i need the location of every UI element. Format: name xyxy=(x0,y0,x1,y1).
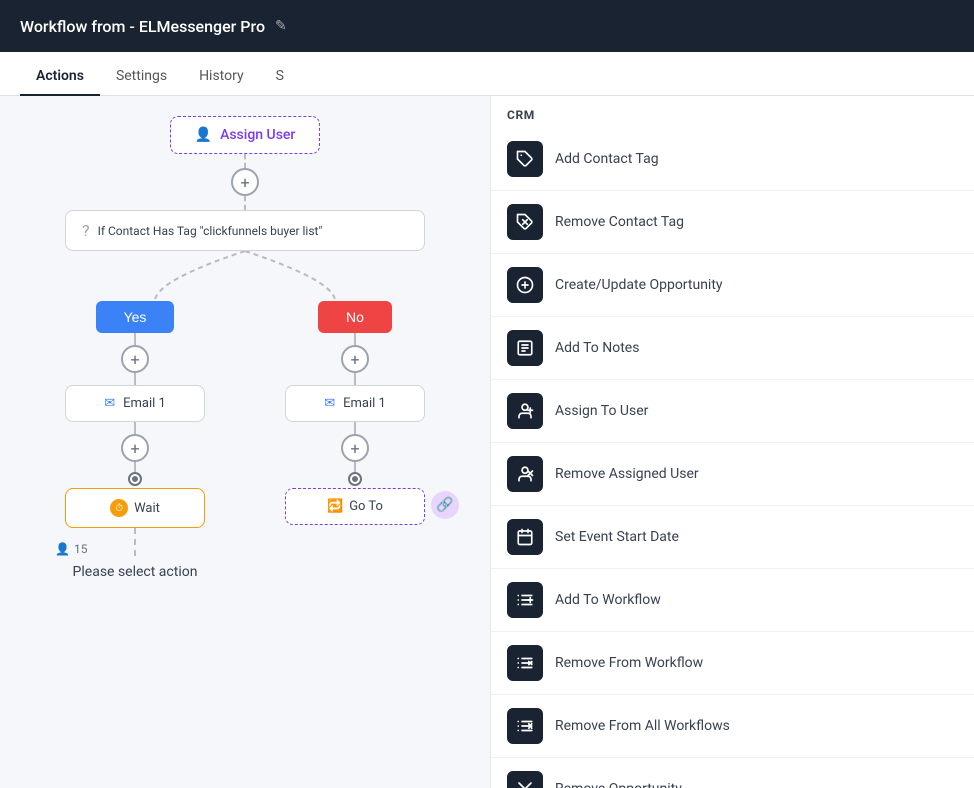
wait-node[interactable]: ⏱ Wait xyxy=(65,488,205,528)
yes-connector-5 xyxy=(134,528,136,556)
yes-button[interactable]: Yes xyxy=(96,301,175,333)
no-connector-1 xyxy=(354,333,356,345)
email-node-2[interactable]: ✉ Email 1 xyxy=(285,385,425,422)
remove-from-workflow-label: Remove From Workflow xyxy=(555,655,703,671)
add-to-workflow-icon xyxy=(507,582,543,618)
assign-user-label: Assign User xyxy=(220,127,295,143)
tab-bar: Actions Settings History S xyxy=(0,52,974,96)
set-event-start-date-label: Set Event Start Date xyxy=(555,529,679,545)
tab-s[interactable]: S xyxy=(260,58,300,96)
section-crm-label: CRM xyxy=(491,96,974,128)
condition-icon: ? xyxy=(82,221,90,240)
remove-from-all-workflows-icon xyxy=(507,708,543,744)
action-item-add-to-notes[interactable]: Add To Notes xyxy=(491,317,974,380)
assign-to-user-label: Assign To User xyxy=(555,403,648,419)
remove-opportunity-icon xyxy=(507,771,543,788)
no-connector-2 xyxy=(354,373,356,385)
tab-settings[interactable]: Settings xyxy=(100,58,183,96)
no-button[interactable]: No xyxy=(318,301,392,333)
app-header: Workflow from - ELMessenger Pro ✎ xyxy=(0,0,974,52)
remove-from-all-workflows-label: Remove From All Workflows xyxy=(555,718,730,734)
add-button-1[interactable]: + xyxy=(231,168,259,196)
set-event-start-date-icon xyxy=(507,519,543,555)
no-add-button-2[interactable]: + xyxy=(341,434,369,462)
connector-2 xyxy=(244,196,246,210)
yes-connector-2 xyxy=(134,373,136,385)
goto-icon: 🔁 xyxy=(327,499,343,514)
goto-label: Go To xyxy=(349,499,383,514)
please-select-label: Please select action xyxy=(73,564,198,580)
yes-connector-4 xyxy=(134,462,136,474)
no-connector-3 xyxy=(354,422,356,434)
action-item-remove-assigned-user[interactable]: Remove Assigned User xyxy=(491,443,974,506)
add-contact-tag-icon xyxy=(507,141,543,177)
wait-label: Wait xyxy=(134,501,160,516)
user-icon-small: 👤 xyxy=(55,542,70,556)
user-badge: 👤 15 xyxy=(55,542,87,556)
action-list: Add Contact Tag Remove Contact Tag Create/… xyxy=(491,128,974,788)
link-symbol: 🔗 xyxy=(436,497,453,513)
action-item-create-update-opportunity[interactable]: Create/Update Opportunity xyxy=(491,254,974,317)
clock-icon: ⏱ xyxy=(110,499,128,517)
yes-branch: Yes + ✉ Email 1 + xyxy=(65,301,205,580)
action-panel: CRM Add Contact Tag Remove Contact Tag Cre… xyxy=(490,96,974,788)
remove-opportunity-label: Remove Opportunity xyxy=(555,781,682,788)
assign-user-icon: 👤 xyxy=(195,127,212,143)
no-connector-4 xyxy=(354,462,356,474)
action-item-remove-from-all-workflows[interactable]: Remove From All Workflows xyxy=(491,695,974,758)
condition-label: If Contact Has Tag "clickfunnels buyer l… xyxy=(98,224,323,238)
remove-contact-tag-icon xyxy=(507,204,543,240)
header-title: Workflow from - ELMessenger Pro xyxy=(20,17,265,36)
yes-add-button[interactable]: + xyxy=(121,345,149,373)
edit-icon[interactable]: ✎ xyxy=(275,18,287,34)
user-count: 15 xyxy=(74,542,88,556)
email-label-1: Email 1 xyxy=(123,396,166,411)
goto-node[interactable]: 🔁 Go To xyxy=(285,488,425,525)
tab-actions[interactable]: Actions xyxy=(20,58,100,96)
email-node-1[interactable]: ✉ Email 1 xyxy=(65,385,205,422)
create-update-opportunity-icon xyxy=(507,267,543,303)
action-item-add-contact-tag[interactable]: Add Contact Tag xyxy=(491,128,974,191)
yes-add-button-2[interactable]: + xyxy=(121,434,149,462)
email-icon-2: ✉ xyxy=(324,396,335,411)
yes-connector-1 xyxy=(134,333,136,345)
tab-history[interactable]: History xyxy=(183,58,260,96)
add-to-notes-icon xyxy=(507,330,543,366)
create-update-opportunity-label: Create/Update Opportunity xyxy=(555,277,723,293)
action-item-remove-contact-tag[interactable]: Remove Contact Tag xyxy=(491,191,974,254)
connector-1 xyxy=(244,154,246,168)
action-item-set-event-start-date[interactable]: Set Event Start Date xyxy=(491,506,974,569)
add-contact-tag-label: Add Contact Tag xyxy=(555,151,659,167)
remove-contact-tag-label: Remove Contact Tag xyxy=(555,214,684,230)
remove-assigned-user-icon xyxy=(507,456,543,492)
condition-node[interactable]: ? If Contact Has Tag "clickfunnels buyer… xyxy=(65,210,425,251)
add-to-notes-label: Add To Notes xyxy=(555,340,639,356)
add-to-workflow-label: Add To Workflow xyxy=(555,592,661,608)
no-dot xyxy=(350,474,360,484)
action-item-remove-opportunity[interactable]: Remove Opportunity xyxy=(491,758,974,788)
assign-user-node[interactable]: 👤 Assign User xyxy=(170,116,321,154)
email-label-2: Email 1 xyxy=(343,396,386,411)
yes-connector-3 xyxy=(134,422,136,434)
remove-from-workflow-icon xyxy=(507,645,543,681)
yes-dot xyxy=(130,474,140,484)
no-branch: No + ✉ Email 1 + xyxy=(285,301,425,525)
no-add-button[interactable]: + xyxy=(341,345,369,373)
action-item-remove-from-workflow[interactable]: Remove From Workflow xyxy=(491,632,974,695)
main-area: 👤 Assign User + ? If Contact Has Tag "cl… xyxy=(0,96,974,788)
action-item-add-to-workflow[interactable]: Add To Workflow xyxy=(491,569,974,632)
link-icon[interactable]: 🔗 xyxy=(431,491,459,519)
workflow-canvas: 👤 Assign User + ? If Contact Has Tag "cl… xyxy=(0,96,490,788)
remove-assigned-user-label: Remove Assigned User xyxy=(555,466,699,482)
assign-to-user-icon xyxy=(507,393,543,429)
email-icon-1: ✉ xyxy=(104,396,115,411)
action-item-assign-to-user[interactable]: Assign To User xyxy=(491,380,974,443)
